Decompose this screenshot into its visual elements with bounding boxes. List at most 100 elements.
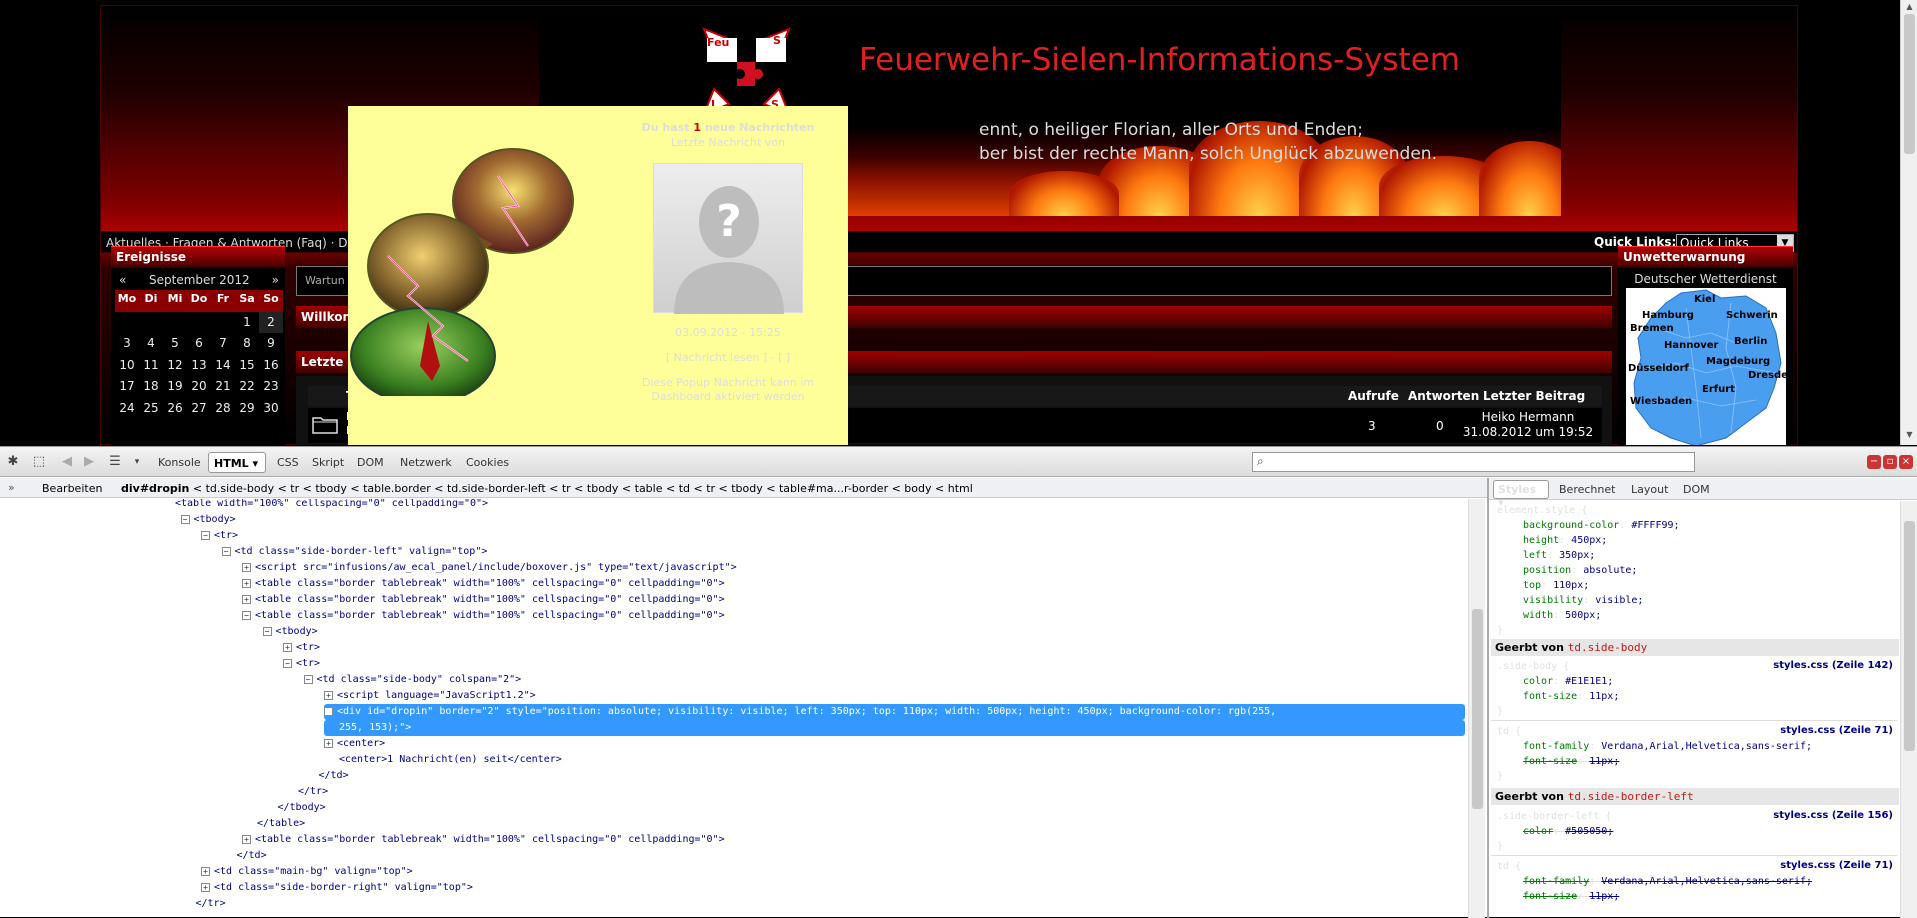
style-property-value[interactable]: 350px; <box>1559 550 1595 561</box>
style-property-name[interactable]: height <box>1523 535 1559 546</box>
style-property-name[interactable]: left <box>1523 550 1547 561</box>
expand-icon[interactable]: + <box>242 834 251 844</box>
collapse-icon[interactable]: − <box>303 674 313 684</box>
popup-read-link[interactable]: [ Nachricht lesen ] - [ ] <box>613 351 843 364</box>
style-property-name[interactable]: top <box>1523 580 1541 591</box>
calendar-day[interactable]: 23 <box>259 376 283 398</box>
html-tree-node[interactable]: </tr> <box>283 784 328 800</box>
html-tree-node[interactable]: + <script language="JavaScript1.2"> <box>324 688 536 704</box>
style-source-link[interactable]: styles.css (Zeile 142) <box>1773 660 1893 671</box>
style-property-name[interactable]: width <box>1523 610 1553 621</box>
calendar-day[interactable]: 28 <box>211 398 235 420</box>
html-tree-node[interactable]: + <table class="border tablebreak" width=… <box>242 592 725 608</box>
calendar-day[interactable]: 5 <box>163 333 187 355</box>
calendar-day[interactable]: 10 <box>115 355 139 377</box>
style-property[interactable]: height: 450px; <box>1523 533 1607 548</box>
style-property[interactable]: font-family: Verdana,Arial,Helvetica,san… <box>1523 739 1812 754</box>
style-property-name[interactable]: color <box>1523 676 1553 687</box>
close-icon[interactable]: × <box>1899 455 1913 469</box>
html-tree-node[interactable]: </td> <box>222 848 267 864</box>
search-input[interactable]: ⌕ <box>1252 452 1695 472</box>
calendar-day[interactable]: 27 <box>187 398 211 420</box>
tab-script[interactable]: Skript <box>312 456 344 469</box>
style-source-link[interactable]: styles.css (Zeile 71) <box>1780 860 1893 871</box>
expand-icon[interactable]: + <box>283 642 292 652</box>
calendar-next-button[interactable]: » <box>272 273 279 287</box>
page-scrollbar[interactable]: ▲ ▼ <box>1900 0 1917 445</box>
calendar-day[interactable]: 25 <box>139 398 163 420</box>
style-property-value[interactable]: 450px; <box>1571 535 1607 546</box>
style-property[interactable]: font-family: Verdana,Arial,Helvetica,san… <box>1523 874 1812 889</box>
style-property[interactable]: left: 350px; <box>1523 548 1595 563</box>
html-tree-node[interactable]: + <td class="side-border-right" valign="t… <box>201 880 473 896</box>
collapse-icon[interactable]: − <box>180 514 190 524</box>
calendar-day[interactable]: 3 <box>115 333 139 355</box>
expand-icon[interactable]: + <box>324 690 333 700</box>
html-tree-node[interactable]: + <tr> <box>283 640 320 656</box>
tab-dom[interactable]: DOM <box>357 456 384 469</box>
firebug-icon[interactable]: ✱ <box>4 453 22 471</box>
style-property-name[interactable]: font-size <box>1523 756 1577 767</box>
calendar-prev-button[interactable]: « <box>119 273 126 287</box>
tree-scrollbar[interactable] <box>1468 499 1485 918</box>
style-property-name[interactable]: font-family <box>1523 741 1589 752</box>
calendar-day[interactable]: 15 <box>235 355 259 377</box>
breadcrumb-current[interactable]: div#dropin <box>121 482 189 495</box>
calendar-day[interactable]: 17 <box>115 376 139 398</box>
style-source-link[interactable]: styles.css (Zeile 71) <box>1780 725 1893 736</box>
tab-cookies[interactable]: Cookies <box>466 456 509 469</box>
expand-icon[interactable]: + <box>242 562 251 572</box>
calendar-day[interactable]: 24 <box>115 398 139 420</box>
detach-icon[interactable]: ▫ <box>1883 455 1897 469</box>
html-tree-node[interactable]: − <tbody> <box>180 512 236 528</box>
forward-icon[interactable]: ▶ <box>80 453 98 471</box>
html-tree-node[interactable]: </tbody> <box>263 800 326 816</box>
scrollbar-thumb[interactable] <box>1904 521 1915 751</box>
tab-network[interactable]: Netzwerk <box>400 456 452 469</box>
collapse-icon[interactable]: − <box>283 658 292 668</box>
html-tree-node[interactable]: + <td class="main-bg" valign="top"> <box>201 864 413 880</box>
scrollbar-thumb[interactable] <box>1472 609 1483 809</box>
calendar-day[interactable]: 13 <box>187 355 211 377</box>
last-post-author[interactable]: Heiko Hermann <box>1458 410 1598 425</box>
expand-icon[interactable]: + <box>201 866 210 876</box>
style-property[interactable]: position: absolute; <box>1523 563 1637 578</box>
calendar-day[interactable]: 29 <box>235 398 259 420</box>
calendar-day[interactable]: 20 <box>187 376 211 398</box>
tab-styles[interactable]: Styles ▾ <box>1493 480 1549 509</box>
germany-weather-map[interactable]: Kiel Hamburg Schwerin Bremen Berlin Hann… <box>1626 288 1786 445</box>
collapse-icon[interactable]: − <box>221 546 231 556</box>
expand-icon[interactable]: + <box>324 706 333 716</box>
html-tree-node[interactable]: − <td class="side-border-left" valign="to… <box>221 544 487 560</box>
style-property[interactable]: font-size: 11px; <box>1523 689 1619 704</box>
html-tree-node[interactable]: − <td class="side-body" colspan="2"> <box>303 672 521 688</box>
style-property-name[interactable]: font-size <box>1523 891 1577 902</box>
breadcrumb-rest[interactable]: < td.side-body < tr < tbody < table.bord… <box>189 482 973 495</box>
tab-css[interactable]: CSS <box>277 456 299 469</box>
style-property[interactable]: top: 110px; <box>1523 578 1589 593</box>
style-property-value[interactable]: 110px; <box>1553 580 1589 591</box>
tab-html[interactable]: HTML ▾ <box>208 452 266 473</box>
tab-layout[interactable]: Layout <box>1631 483 1668 496</box>
style-property-value[interactable]: 11px; <box>1589 691 1619 702</box>
html-tree-node[interactable]: − <tr> <box>201 528 238 544</box>
new-message-popup[interactable]: Du hast 1 neue Nachrichten Letzte Nachri… <box>348 106 848 445</box>
breadcrumb-path[interactable]: div#dropin < td.side-body < tr < tbody <… <box>121 482 973 495</box>
html-tree-node[interactable]: + <div id="dropin" border="2" style="posi… <box>324 704 1465 720</box>
calendar-day[interactable]: 26 <box>163 398 187 420</box>
style-property-value[interactable]: #505050; <box>1565 826 1613 837</box>
calendar-day[interactable]: 8 <box>235 333 259 355</box>
style-property-value[interactable]: 11px; <box>1589 891 1619 902</box>
calendar-day[interactable]: 16 <box>259 355 283 377</box>
calendar-day[interactable]: 4 <box>139 333 163 355</box>
style-property-name[interactable]: font-family <box>1523 876 1589 887</box>
chevron-down-icon[interactable]: ▾ <box>128 453 146 471</box>
expand-icon[interactable]: + <box>242 578 251 588</box>
calendar-day[interactable]: 30 <box>259 398 283 420</box>
calendar-day[interactable]: 19 <box>163 376 187 398</box>
expand-icon[interactable]: » <box>8 481 15 494</box>
tab-console[interactable]: Konsole <box>158 456 201 469</box>
style-property-value[interactable]: 500px; <box>1565 610 1601 621</box>
style-property[interactable]: background-color: #FFFF99; <box>1523 518 1680 533</box>
inspect-icon[interactable]: ⬚ <box>30 453 48 471</box>
